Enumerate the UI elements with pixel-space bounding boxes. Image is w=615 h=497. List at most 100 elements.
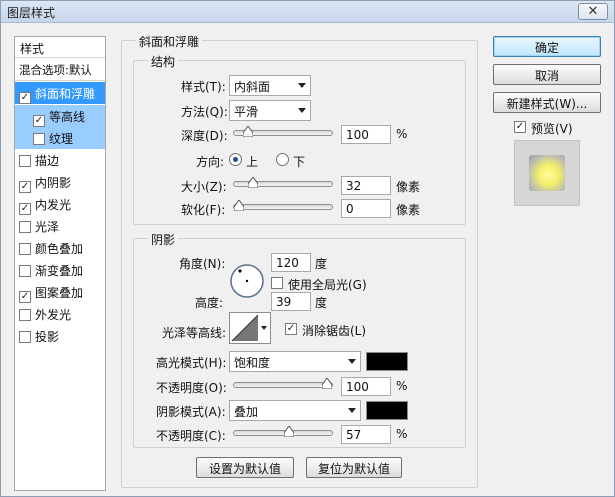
checkbox-outer-glow[interactable] — [19, 309, 31, 321]
ok-button[interactable]: 确定 — [493, 36, 601, 57]
style-label: 颜色叠加 — [35, 242, 84, 256]
gloss-contour-label: 光泽等高线: — [162, 326, 227, 340]
style-label: 投影 — [35, 330, 60, 344]
style-item-gradient-overlay[interactable]: 渐变叠加 — [15, 259, 105, 281]
highlight-opacity-unit: % — [396, 379, 408, 393]
highlight-opacity-slider[interactable] — [233, 378, 333, 389]
style-item-stroke[interactable]: 描边 — [15, 149, 105, 171]
size-slider[interactable] — [233, 177, 333, 188]
highlight-mode-label: 高光模式(H): — [156, 356, 227, 370]
bevel-emboss-title: 斜面和浮雕 — [136, 33, 203, 50]
style-label: 斜面和浮雕 — [35, 87, 96, 101]
shadow-mode-label: 阴影模式(A): — [156, 405, 226, 419]
style-label: 等高线 — [49, 110, 86, 124]
direction-up-radio[interactable] — [229, 153, 242, 166]
checkbox-color-overlay[interactable] — [19, 243, 31, 255]
shadow-opacity-label: 不透明度(C): — [156, 429, 226, 443]
checkbox-bevel-emboss[interactable]: ✓ — [19, 92, 31, 104]
bevel-emboss-panel: 斜面和浮雕 结构 样式(T): 内斜面 方法(Q): 平滑 深度(D): 100… — [121, 33, 478, 488]
shadow-mode-dropdown[interactable]: 叠加 — [229, 400, 361, 421]
checkbox-drop-shadow[interactable] — [19, 331, 31, 343]
antialias-label: 消除锯齿(L) — [302, 324, 367, 338]
slider-thumb[interactable] — [234, 200, 244, 211]
depth-input[interactable]: 100 — [341, 125, 391, 144]
style-item-outer-glow[interactable]: 外发光 — [15, 303, 105, 325]
global-light-checkbox[interactable] — [271, 277, 283, 289]
style-item-drop-shadow[interactable]: 投影 — [15, 325, 105, 347]
global-light-label: 使用全局光(G) — [288, 278, 367, 292]
chevron-down-icon — [261, 326, 267, 330]
gloss-contour-icon — [231, 314, 259, 342]
reset-default-button[interactable]: 复位为默认值 — [306, 457, 402, 478]
soften-unit: 像素 — [396, 203, 421, 217]
shadow-color-swatch[interactable] — [366, 401, 408, 420]
style-item-bevel-emboss[interactable]: ✓ 斜面和浮雕 — [15, 82, 105, 104]
style-item-texture[interactable]: 纹理 — [15, 127, 105, 149]
shadow-opacity-slider[interactable] — [233, 426, 333, 437]
style-item-inner-glow[interactable]: ✓ 内发光 — [15, 193, 105, 215]
slider-thumb[interactable] — [248, 177, 259, 188]
size-label: 大小(Z): — [181, 180, 227, 194]
gloss-contour-picker[interactable] — [229, 312, 271, 344]
antialias-checkbox[interactable]: ✓ — [285, 323, 297, 335]
soften-label: 软化(F): — [181, 203, 226, 217]
dialog-title: 图层样式 — [7, 6, 56, 20]
style-item-pattern-overlay[interactable]: ✓ 图案叠加 — [15, 281, 105, 303]
direction-down-radio[interactable] — [276, 153, 289, 166]
soften-slider[interactable] — [233, 200, 333, 211]
checkbox-satin[interactable] — [19, 221, 31, 233]
angle-dial[interactable] — [229, 263, 265, 299]
style-label: 内发光 — [35, 198, 72, 212]
size-unit: 像素 — [396, 180, 421, 194]
style-item-contour[interactable]: ✓ 等高线 — [15, 105, 105, 127]
altitude-input[interactable]: 39 — [271, 292, 311, 311]
depth-slider[interactable] — [233, 126, 333, 137]
blend-options-item[interactable]: 混合选项:默认 — [15, 58, 105, 81]
slider-thumb[interactable] — [322, 378, 332, 389]
preview-checkbox[interactable]: ✓ — [514, 121, 526, 133]
shadow-opacity-unit: % — [396, 427, 408, 441]
altitude-unit: 度 — [315, 296, 328, 310]
direction-up-label: 上 — [246, 155, 259, 169]
style-label: 渐变叠加 — [35, 264, 84, 278]
style-item-color-overlay[interactable]: 颜色叠加 — [15, 237, 105, 259]
chevron-down-icon — [298, 83, 306, 88]
method-dropdown[interactable]: 平滑 — [229, 100, 311, 121]
angle-input[interactable]: 120 — [271, 253, 311, 272]
style-label: 样式(T): — [181, 80, 226, 94]
highlight-color-swatch[interactable] — [366, 352, 408, 371]
style-dropdown[interactable]: 内斜面 — [229, 75, 311, 96]
style-item-satin[interactable]: 光泽 — [15, 215, 105, 237]
angle-dial-icon — [230, 264, 264, 298]
title-bar[interactable]: 图层样式 ✕ — [1, 1, 614, 23]
checkbox-inner-glow[interactable]: ✓ — [19, 203, 31, 215]
checkbox-stroke[interactable] — [19, 155, 31, 167]
highlight-mode-dropdown[interactable]: 饱和度 — [229, 351, 361, 372]
altitude-label: 高度: — [195, 296, 224, 310]
checkbox-gradient-overlay[interactable] — [19, 265, 31, 277]
close-button[interactable]: ✕ — [578, 3, 608, 20]
highlight-opacity-input[interactable]: 100 — [341, 377, 391, 396]
checkbox-pattern-overlay[interactable]: ✓ — [19, 291, 31, 303]
style-label: 光泽 — [35, 220, 60, 234]
highlight-mode-value: 饱和度 — [234, 356, 271, 370]
size-input[interactable]: 32 — [341, 176, 391, 195]
style-preview — [514, 140, 580, 206]
set-default-button[interactable]: 设置为默认值 — [196, 457, 294, 478]
shading-group: 阴影 角度(N): 120 度 使用全局光(G) 高度: 39 度 光泽等高线: — [133, 231, 466, 448]
shadow-opacity-input[interactable]: 57 — [341, 425, 391, 444]
preview-label: 预览(V) — [531, 122, 573, 136]
new-style-button[interactable]: 新建样式(W)... — [493, 92, 601, 113]
checkbox-inner-shadow[interactable]: ✓ — [19, 181, 31, 193]
soften-input[interactable]: 0 — [341, 199, 391, 218]
styles-header[interactable]: 样式 — [15, 37, 105, 58]
slider-thumb[interactable] — [242, 126, 253, 137]
slider-thumb[interactable] — [284, 426, 295, 437]
styles-list: 样式 混合选项:默认 ✓ 斜面和浮雕 ✓ 等高线 纹理 描边 ✓ 内阴影 ✓ 内发光 光… — [14, 36, 106, 491]
checkbox-texture[interactable] — [33, 133, 45, 145]
cancel-button[interactable]: 取消 — [493, 64, 601, 85]
checkbox-contour[interactable]: ✓ — [33, 115, 45, 127]
style-label: 外发光 — [35, 308, 72, 322]
style-item-inner-shadow[interactable]: ✓ 内阴影 — [15, 171, 105, 193]
angle-unit: 度 — [315, 257, 328, 271]
